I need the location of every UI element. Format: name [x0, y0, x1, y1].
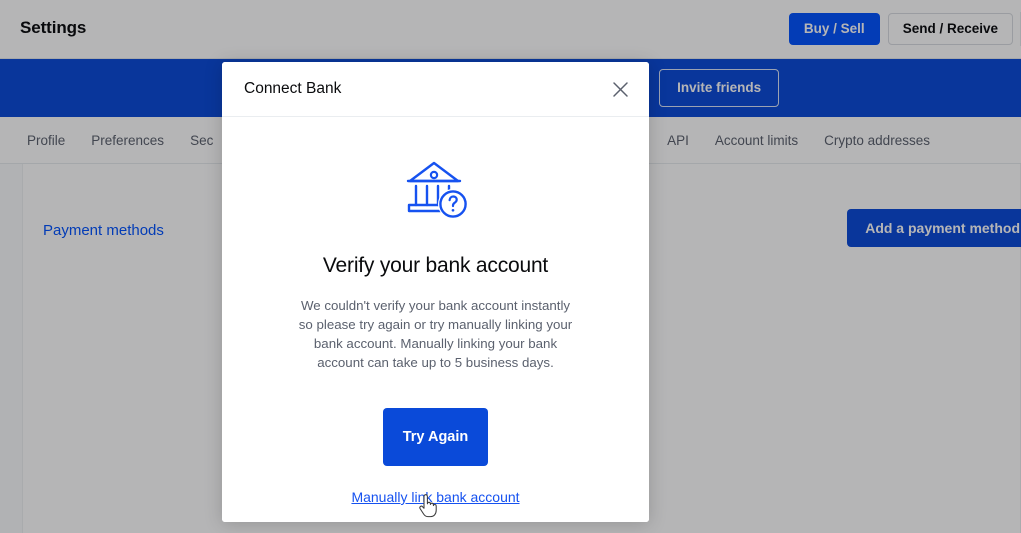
manually-link-bank-account-link[interactable]: Manually link bank account	[351, 489, 519, 505]
app-window: Settings Buy / Sell Send / Receive Invit…	[0, 0, 1021, 533]
modal-header: Connect Bank	[222, 62, 649, 117]
modal-title: Connect Bank	[244, 80, 342, 97]
try-again-button[interactable]: Try Again	[383, 408, 488, 466]
close-icon[interactable]	[605, 74, 635, 104]
bank-question-icon	[394, 146, 478, 230]
modal-paragraph: We couldn't verify your bank account ins…	[298, 298, 573, 370]
modal-body: Verify your bank account We couldn't ver…	[222, 117, 649, 522]
connect-bank-modal: Connect Bank Verify your bank account We…	[222, 62, 649, 522]
modal-heading: Verify your bank account	[322, 254, 549, 277]
